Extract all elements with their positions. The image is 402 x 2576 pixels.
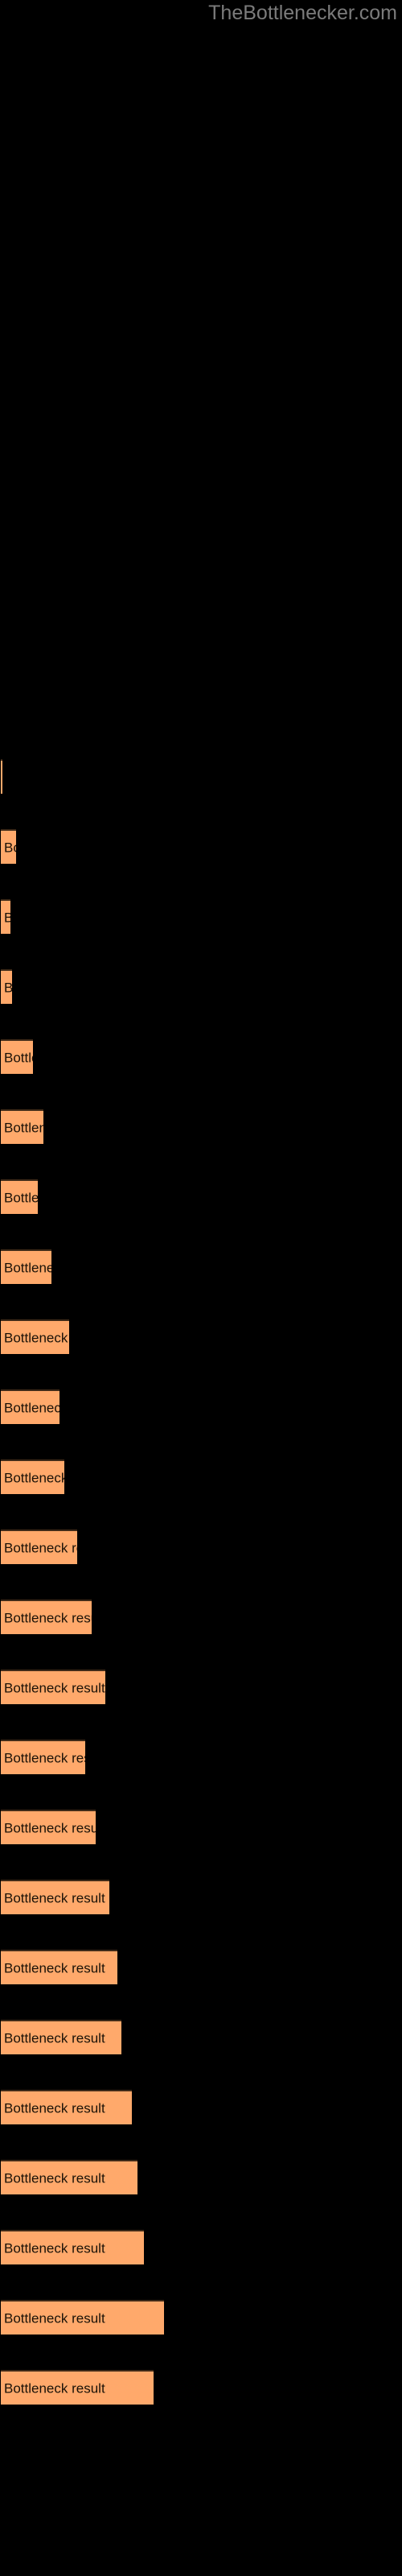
bar-label: Bottleneck result <box>4 1680 105 1695</box>
bar-label: Bottleneck result <box>4 910 10 924</box>
bar[interactable]: Bottleneck result <box>1 1039 33 1074</box>
bar-label: Bottleneck result <box>4 1750 85 1765</box>
bar[interactable]: Bottleneck result <box>1 1179 38 1214</box>
bar[interactable]: Bottleneck result <box>1 2160 137 2194</box>
bar[interactable]: Bottleneck result <box>1 1880 109 1914</box>
bar-label: Bottleneck result <box>4 1540 77 1555</box>
bar-label: Bottleneck result <box>4 1330 69 1345</box>
bar-label: Bottleneck result <box>4 2170 105 2186</box>
bar-label: Bottleneck result <box>4 2380 105 2396</box>
bar[interactable]: Bottleneck result <box>1 1740 85 1774</box>
bar-label: Bottleneck result <box>4 1890 105 1905</box>
bar-label: Bottleneck result <box>4 980 12 994</box>
bar[interactable]: Bottleneck result <box>1 759 2 794</box>
bar[interactable]: Bottleneck result <box>1 2090 132 2124</box>
bar[interactable]: Bottleneck result <box>1 2300 164 2334</box>
bar-label: Bottleneck result <box>4 1610 92 1625</box>
bottleneck-chart-root: TheBottlenecker.com Bottleneck resultBot… <box>0 0 402 2576</box>
bar-label: Bottleneck result <box>4 2100 105 2116</box>
bar[interactable]: Bottleneck result <box>1 2370 154 2405</box>
bar-label: Bottleneck result <box>4 1050 33 1065</box>
bar[interactable]: Bottleneck result <box>1 1530 77 1564</box>
bar[interactable]: Bottleneck result <box>1 1810 96 1844</box>
bar-label: Bottleneck result <box>4 1470 64 1485</box>
bar[interactable]: Bottleneck result <box>1 969 12 1004</box>
bar[interactable]: Bottleneck result <box>1 899 10 934</box>
bar[interactable]: Bottleneck result <box>1 1459 64 1494</box>
bar-label: Bottleneck result <box>4 1120 43 1135</box>
bar[interactable]: Bottleneck result <box>1 1249 51 1284</box>
bar[interactable]: Bottleneck result <box>1 1319 69 1354</box>
bar-label: Bottleneck result <box>4 1260 51 1275</box>
bar-label: Bottleneck result <box>4 1960 105 1975</box>
bar[interactable]: Bottleneck result <box>1 2020 121 2054</box>
bar[interactable]: Bottleneck result <box>1 1600 92 1634</box>
bar-label: Bottleneck result <box>4 1820 96 1835</box>
bar[interactable]: Bottleneck result <box>1 1389 59 1424</box>
bar[interactable]: Bottleneck result <box>1 1109 43 1144</box>
bar-chart-plot-area: Bottleneck result Bottleneck result Bottle… <box>0 0 402 2576</box>
bar[interactable]: Bottleneck result <box>1 829 16 864</box>
bar-label: Bottleneck result <box>4 2240 105 2256</box>
bar-label: Bottleneck result <box>4 840 16 855</box>
bar-label: Bottleneck result <box>4 1400 59 1415</box>
bar-label: Bottleneck result <box>4 1190 38 1205</box>
bar-label: Bottleneck result <box>4 2310 105 2326</box>
bar[interactable]: Bottleneck result <box>1 2230 144 2264</box>
bar-label: Bottleneck result <box>4 2030 105 2046</box>
bar[interactable]: Bottleneck result <box>1 1670 105 1704</box>
bar[interactable]: Bottleneck result <box>1 1950 117 1984</box>
